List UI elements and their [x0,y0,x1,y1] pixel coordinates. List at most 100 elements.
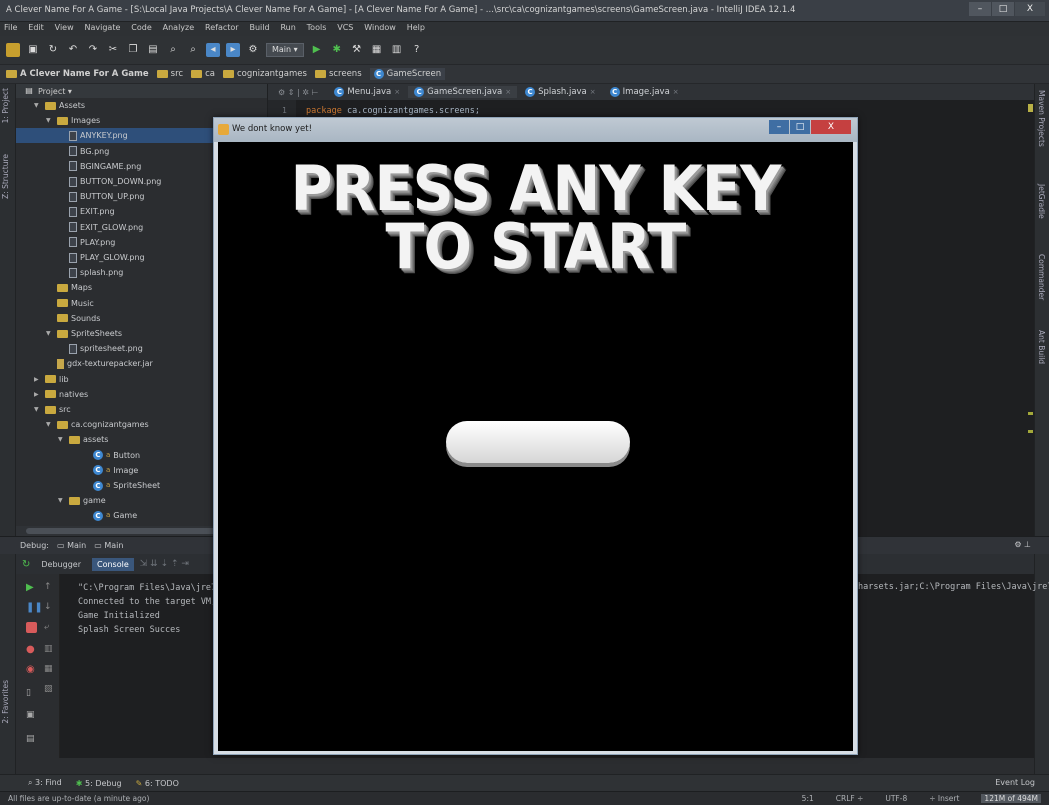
soft-wrap-icon[interactable]: ⤶ [44,622,55,633]
tool-todo[interactable]: ✎ 6: TODO [136,779,179,788]
open-folder-icon[interactable] [6,43,20,57]
settings-icon[interactable]: ▣ [26,710,37,721]
maximize-button[interactable]: □ [992,2,1014,16]
game-window-title-bar[interactable]: We dont know yet! – □ X [214,118,857,142]
sync-icon[interactable]: ↻ [46,43,60,57]
menu-run[interactable]: Run [276,22,299,33]
expand-arrow-icon[interactable]: ▼ [58,493,66,508]
breadcrumb-screens[interactable]: screens [314,69,362,79]
debug-icon[interactable]: ✱ [330,43,344,57]
thread-dump-icon[interactable]: ▯ [26,688,37,699]
line-separator[interactable]: CRLF ÷ [836,794,864,803]
close-tab-icon[interactable]: × [590,88,596,96]
tab-menu-java[interactable]: C Menu.java × [328,86,406,98]
clear-icon[interactable]: ▨ [44,684,55,695]
breadcrumb-cognizantgames[interactable]: cognizantgames [222,69,307,79]
pause-icon[interactable]: ❚❚ [26,602,43,613]
print-icon[interactable]: ▦ [44,664,55,675]
back-icon[interactable]: ◂ [206,43,220,57]
stop-icon[interactable] [26,622,37,633]
memory-indicator[interactable]: 121M of 494M [981,794,1041,803]
breadcrumb-project[interactable]: A Clever Name For A Game [6,69,149,79]
cut-icon[interactable]: ✂ [106,43,120,57]
close-tab-icon[interactable]: × [505,88,511,96]
debug-session-main-2[interactable]: ▭ Main [94,541,123,550]
mute-breakpoints-icon[interactable]: ◉ [26,664,37,675]
collapse-arrow-icon[interactable]: ▶ [34,387,42,402]
help-icon[interactable]: ? [410,43,424,57]
game-maximize-button[interactable]: □ [790,120,810,134]
event-log-button[interactable]: Event Log [995,778,1035,787]
expand-arrow-icon[interactable]: ▼ [46,326,54,341]
debug-session-main-1[interactable]: ▭ Main [57,541,86,550]
sdk-icon[interactable]: ▥ [390,43,404,57]
tree-item[interactable]: ▼ Assets [16,98,267,113]
resume-icon[interactable]: ▶ [26,582,37,593]
game-close-button[interactable]: X [811,120,851,134]
breadcrumb-gamescreen[interactable]: C GameScreen [369,68,446,80]
close-tab-icon[interactable]: × [394,88,400,96]
collapse-arrow-icon[interactable]: ▶ [34,372,42,387]
tab-splash-java[interactable]: C Splash.java × [519,86,602,98]
menu-help[interactable]: Help [403,22,429,33]
undo-icon[interactable]: ↶ [66,43,80,57]
make-icon[interactable]: ⚙ [246,43,260,57]
expand-arrow-icon[interactable]: ▼ [46,417,54,432]
menu-vcs[interactable]: VCS [333,22,357,33]
expand-arrow-icon[interactable]: ▼ [34,98,42,113]
tool-tab-maven[interactable]: Maven Projects [1037,90,1046,147]
replace-icon[interactable]: ⌕ [186,43,200,57]
menu-file[interactable]: File [0,22,21,33]
expand-arrow-icon[interactable]: ▼ [58,432,66,447]
save-icon[interactable]: ▣ [26,43,40,57]
editor-marker[interactable] [1028,104,1033,112]
game-canvas[interactable]: PRESS ANY KEY TO START [218,142,853,751]
down-icon[interactable]: ↓ [44,602,55,613]
run-configuration-select[interactable]: Main ▾ [266,43,304,57]
tool-tab-ant-build[interactable]: Ant Build [1037,330,1046,364]
game-minimize-button[interactable]: – [769,120,789,134]
settings-icon[interactable]: ⚒ [350,43,364,57]
code-line[interactable]: package ca.cognizantgames.screens; [306,106,480,116]
scroll-end-icon[interactable]: ▥ [44,644,55,655]
insert-mode[interactable]: ÷ Insert [929,794,959,803]
tool-find[interactable]: ⌕ 3: Find [28,778,62,788]
minimize-button[interactable]: – [969,2,991,16]
menu-view[interactable]: View [51,22,78,33]
close-tab-icon[interactable]: × [673,88,679,96]
project-view-select[interactable]: Project ▾ [38,87,72,96]
tab-image-java[interactable]: C Image.java × [604,86,685,98]
close-button[interactable]: X [1015,2,1045,16]
menu-analyze[interactable]: Analyze [159,22,199,33]
menu-tools[interactable]: Tools [303,22,331,33]
menu-code[interactable]: Code [127,22,155,33]
forward-icon[interactable]: ▸ [226,43,240,57]
tool-tab-commander[interactable]: Commander [1037,254,1046,300]
menu-refactor[interactable]: Refactor [201,22,243,33]
caret-position[interactable]: 5:1 [802,794,814,803]
breadcrumb-src[interactable]: src [156,69,183,79]
rerun-icon[interactable]: ↻ [22,559,30,570]
project-structure-icon[interactable]: ▦ [370,43,384,57]
layout-icon[interactable]: ▤ [26,734,37,745]
copy-icon[interactable]: ❐ [126,43,140,57]
tool-debug[interactable]: ✱ 5: Debug [76,779,122,788]
breadcrumb-ca[interactable]: ca [191,69,215,79]
redo-icon[interactable]: ↷ [86,43,100,57]
editor-marker[interactable] [1028,412,1033,415]
tool-tab-jetgradle[interactable]: JetGradle [1037,184,1046,219]
tool-tab-favorites[interactable]: 2: Favorites [1,680,15,724]
paste-icon[interactable]: ▤ [146,43,160,57]
file-encoding[interactable]: UTF-8 [885,794,907,803]
menu-navigate[interactable]: Navigate [81,22,125,33]
editor-marker[interactable] [1028,430,1033,433]
step-controls-icon[interactable]: ⇲ ⇊ ⇣ ⇡ ⇥ [140,559,189,569]
run-icon[interactable]: ▶ [310,43,324,57]
breakpoints-icon[interactable]: ● [26,644,37,655]
menu-build[interactable]: Build [245,22,273,33]
start-button[interactable] [446,421,630,463]
tool-tab-project[interactable]: 1: Project [1,88,15,123]
up-icon[interactable]: ↑ [44,582,55,593]
debug-settings-icon[interactable]: ⚙ ⊥ [1014,540,1031,549]
expand-arrow-icon[interactable]: ▼ [34,402,42,417]
